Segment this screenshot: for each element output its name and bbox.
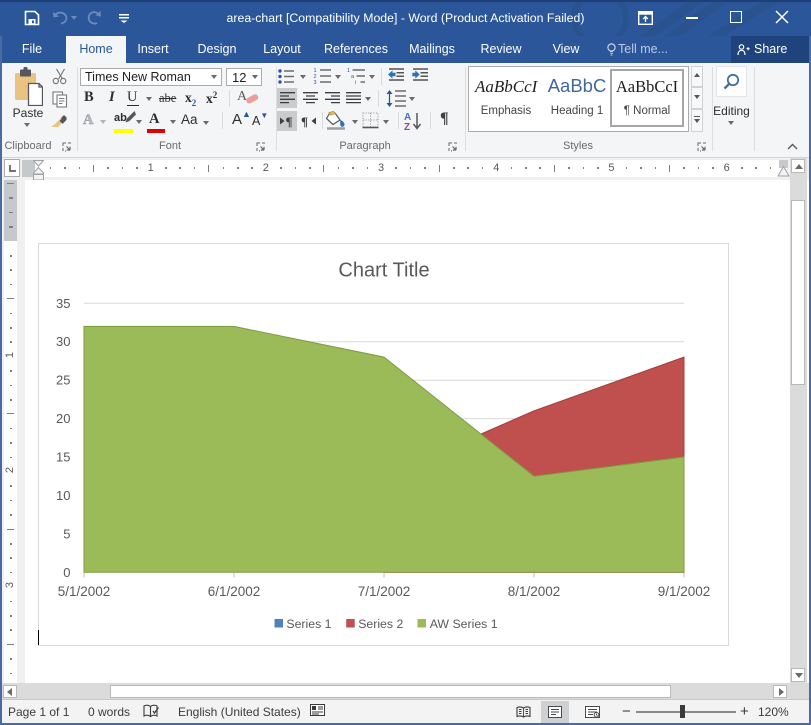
svg-text:6/1/2002: 6/1/2002 [208, 584, 261, 599]
svg-text:10: 10 [56, 488, 70, 503]
svg-text:i: i [355, 80, 356, 85]
svg-text:Series 1: Series 1 [286, 617, 331, 631]
svg-text:¶: ¶ [301, 114, 308, 128]
svg-text:Z: Z [404, 122, 410, 131]
svg-text:3: 3 [314, 80, 317, 85]
svg-text:Series 2: Series 2 [358, 617, 403, 631]
svg-text:5: 5 [63, 526, 70, 541]
svg-text:30: 30 [56, 334, 70, 349]
svg-text:25: 25 [56, 373, 70, 388]
svg-text:0: 0 [63, 565, 70, 580]
svg-text:20: 20 [56, 411, 70, 426]
svg-text:1: 1 [347, 68, 350, 74]
svg-text:9/1/2002: 9/1/2002 [658, 584, 711, 599]
svg-text:¶: ¶ [286, 114, 293, 128]
svg-text:5/1/2002: 5/1/2002 [58, 584, 111, 599]
svg-text:35: 35 [56, 296, 70, 311]
svg-text:15: 15 [56, 450, 70, 465]
svg-text:AW Series 1: AW Series 1 [430, 617, 498, 631]
svg-text:Chart Title: Chart Title [338, 260, 429, 282]
svg-text:7/1/2002: 7/1/2002 [358, 584, 411, 599]
svg-text:8/1/2002: 8/1/2002 [508, 584, 561, 599]
